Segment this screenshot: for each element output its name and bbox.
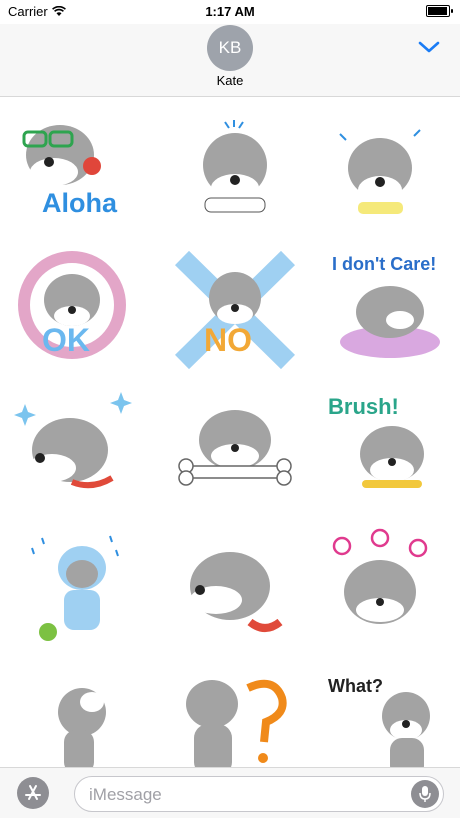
sticker-worried-dog[interactable] <box>320 110 450 230</box>
dog-sticker-icon <box>31 535 119 641</box>
imessage-input[interactable]: iMessage <box>74 776 444 812</box>
avatar-initials: KB <box>218 38 242 57</box>
sticker-i-dont-care[interactable]: I don't Care! <box>320 250 450 370</box>
dog-sticker-icon <box>332 528 428 624</box>
contact-name[interactable]: Kate <box>0 73 460 88</box>
app-store-button[interactable] <box>17 777 49 809</box>
sticker-label-what: What? <box>328 676 383 696</box>
battery-icon <box>426 5 453 17</box>
app-store-icon <box>25 785 41 800</box>
status-time: 1:17 AM <box>205 4 255 19</box>
sticker-label-brush: Brush! <box>328 394 399 419</box>
sticker-dizzy-dog[interactable] <box>320 528 450 648</box>
sticker-label-i-dont-care: I don't Care! <box>332 254 437 274</box>
sticker-label-ok: OK <box>42 322 90 358</box>
sticker-no[interactable]: NO <box>170 250 300 370</box>
sticker-label-aloha: Aloha <box>42 188 118 218</box>
sticker-ok[interactable]: OK <box>12 250 142 370</box>
dog-sticker-icon <box>14 392 132 489</box>
sticker-aloha[interactable]: Aloha <box>12 110 142 230</box>
dog-sticker-icon <box>203 120 267 213</box>
sticker-angry-dog[interactable] <box>170 528 300 648</box>
imessage-sticker-screen: Carrier 1:17 AM KB Kate Aloha OK NO I do… <box>0 0 460 818</box>
status-bar: Carrier 1:17 AM <box>0 0 460 24</box>
dog-sticker-icon <box>339 129 421 214</box>
microphone-button[interactable] <box>411 780 439 808</box>
sticker-bone-dog[interactable] <box>170 390 300 510</box>
conversation-header: KB Kate <box>0 24 460 97</box>
contact-avatar[interactable]: KB <box>207 25 253 71</box>
sticker-label-no: NO <box>204 322 252 358</box>
dog-sticker-icon <box>178 410 292 486</box>
chevron-down-icon[interactable] <box>418 40 440 54</box>
imessage-placeholder: iMessage <box>89 785 162 804</box>
sticker-grid: Aloha OK NO I don't Care! Brush! What? <box>0 100 460 785</box>
sticker-sparkle-dog[interactable] <box>12 390 142 510</box>
sticker-brush[interactable]: Brush! <box>320 390 450 510</box>
dog-sticker-icon <box>190 552 283 632</box>
composer-bar: iMessage <box>0 767 460 818</box>
microphone-icon <box>419 786 431 802</box>
sticker-raincoat-dog[interactable] <box>12 528 142 648</box>
sticker-sad-dog[interactable] <box>170 110 300 230</box>
